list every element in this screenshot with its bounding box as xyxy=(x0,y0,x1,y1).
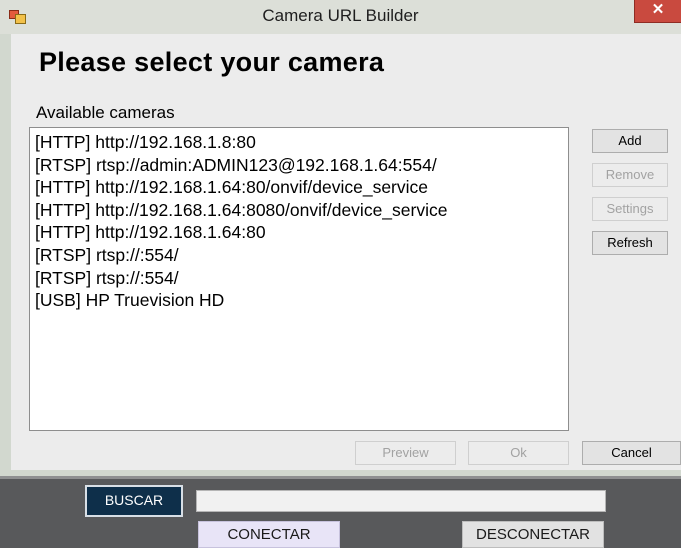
cancel-button[interactable]: Cancel xyxy=(582,441,681,465)
window-title: Camera URL Builder xyxy=(262,6,419,25)
page-title: Please select your camera xyxy=(39,47,385,77)
available-cameras-label: Available cameras xyxy=(36,103,175,122)
connect-button[interactable]: CONECTAR xyxy=(198,521,340,548)
list-item[interactable]: [USB] HP Truevision HD xyxy=(35,289,568,312)
close-button[interactable]: ✕ xyxy=(634,0,681,23)
ok-button[interactable]: Ok xyxy=(468,441,569,465)
refresh-button[interactable]: Refresh xyxy=(592,231,668,255)
list-item[interactable]: [HTTP] http://192.168.1.64:80/onvif/devi… xyxy=(35,176,568,199)
remove-button[interactable]: Remove xyxy=(592,163,668,187)
add-button[interactable]: Add xyxy=(592,129,668,153)
title-bar[interactable]: Camera URL Builder ✕ xyxy=(0,0,681,34)
list-item[interactable]: [HTTP] http://192.168.1.64:8080/onvif/de… xyxy=(35,199,568,222)
list-item[interactable]: [RTSP] rtsp://:554/ xyxy=(35,244,568,267)
settings-button[interactable]: Settings xyxy=(592,197,668,221)
search-button[interactable]: BUSCAR xyxy=(85,485,183,517)
disconnect-button[interactable]: DESCONECTAR xyxy=(462,521,604,548)
list-item[interactable]: [RTSP] rtsp://admin:ADMIN123@192.168.1.6… xyxy=(35,154,568,177)
list-item[interactable]: [RTSP] rtsp://:554/ xyxy=(35,267,568,290)
camera-list[interactable]: [HTTP] http://192.168.1.8:80 [RTSP] rtsp… xyxy=(29,127,569,431)
preview-button[interactable]: Preview xyxy=(355,441,456,465)
list-item[interactable]: [HTTP] http://192.168.1.64:80 xyxy=(35,221,568,244)
list-item[interactable]: [HTTP] http://192.168.1.8:80 xyxy=(35,131,568,154)
search-input[interactable] xyxy=(196,490,606,512)
